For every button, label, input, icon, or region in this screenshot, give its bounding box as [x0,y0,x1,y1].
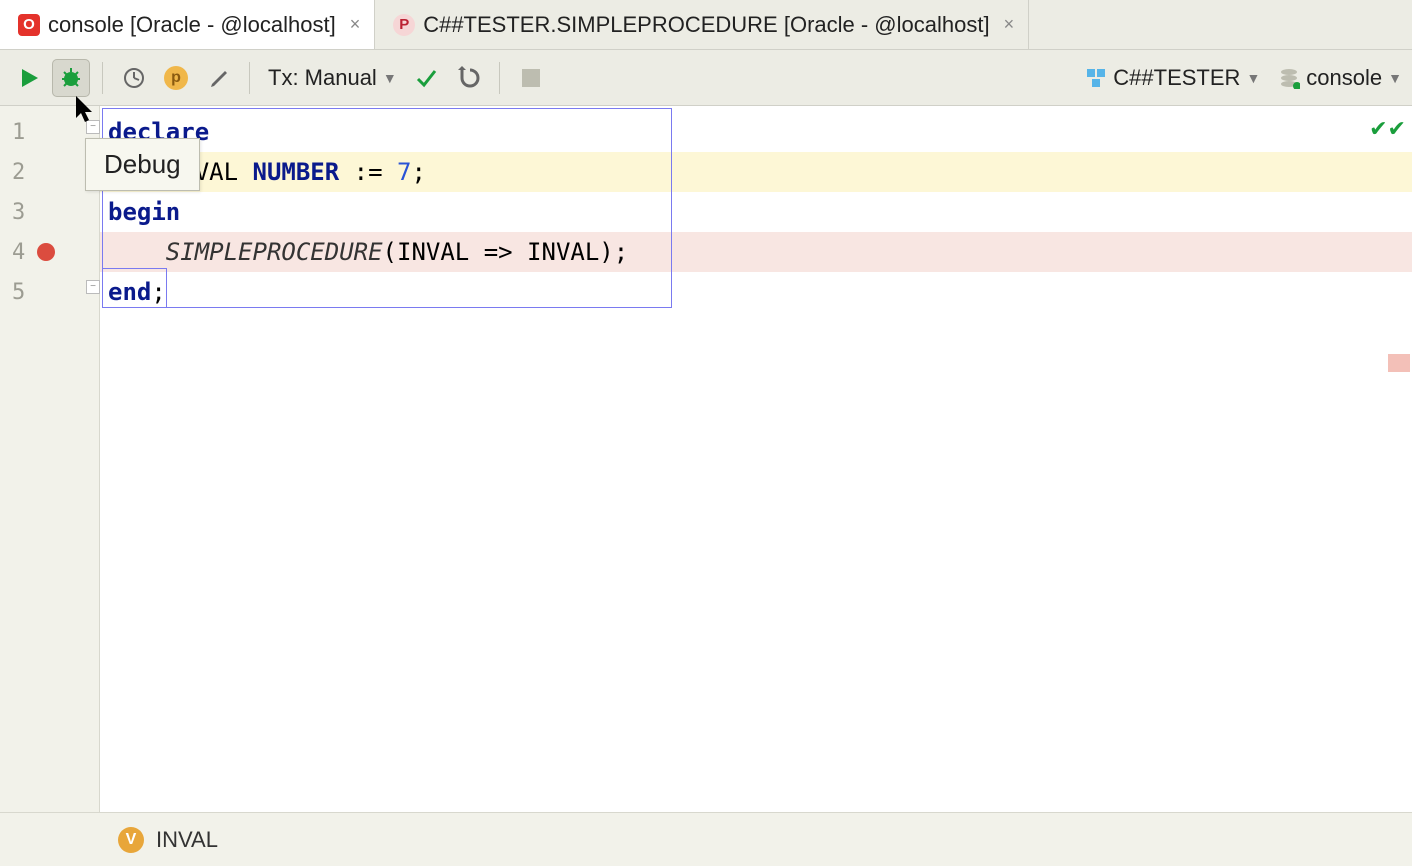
variable-badge: V [118,827,144,853]
run-button[interactable] [10,59,48,97]
history-button[interactable] [115,59,153,97]
tooltip: Debug [85,138,200,191]
gutter[interactable]: 12345 − − [0,106,100,812]
datasource-icon [1278,67,1300,89]
tab-console[interactable]: O console [Oracle - @localhost] × [0,0,375,49]
toolbar: p Tx: Manual ▼ C##TESTER ▼ console ▼ [0,50,1412,106]
code-line[interactable]: declare [100,112,1412,152]
console-dropdown[interactable]: console ▼ [1278,65,1402,91]
breakpoint-icon[interactable] [37,243,55,261]
schema-label: C##TESTER [1113,65,1240,91]
commit-button[interactable] [407,59,445,97]
schema-icon [1085,67,1107,89]
tab-bar: O console [Oracle - @localhost] × P C##T… [0,0,1412,50]
line-number[interactable]: 5 [0,272,99,312]
tab-procedure[interactable]: P C##TESTER.SIMPLEPROCEDURE [Oracle - @l… [375,0,1029,49]
fold-handle[interactable]: − [86,280,100,294]
chevron-down-icon: ▼ [1246,70,1260,86]
close-icon[interactable]: × [1004,14,1015,35]
code-line[interactable]: SIMPLEPROCEDURE(INVAL => INVAL); [100,232,1412,272]
tab-label: C##TESTER.SIMPLEPROCEDURE [Oracle - @loc… [423,12,989,38]
fold-handle[interactable]: − [86,120,100,134]
console-label: console [1306,65,1382,91]
code-line[interactable]: end; [100,272,1412,312]
explain-plan-button[interactable]: p [157,59,195,97]
code-line[interactable]: begin [100,192,1412,232]
stop-button[interactable] [512,59,550,97]
close-icon[interactable]: × [350,14,361,35]
settings-button[interactable] [199,59,237,97]
tab-label: console [Oracle - @localhost] [48,12,336,38]
schema-dropdown[interactable]: C##TESTER ▼ [1085,65,1260,91]
tooltip-text: Debug [104,149,181,179]
code-area[interactable]: declare INVAL NUMBER := 7;begin SIMPLEPR… [100,106,1412,812]
rollback-button[interactable] [449,59,487,97]
divider [249,62,250,94]
tx-mode-dropdown[interactable]: Tx: Manual ▼ [262,65,403,91]
divider [499,62,500,94]
inspection-ok-icon[interactable]: ✔✔ [1369,116,1406,142]
tx-label: Tx: Manual [268,65,377,91]
code-line[interactable]: INVAL NUMBER := 7; [100,152,1412,192]
debug-button[interactable] [52,59,90,97]
procedure-icon: P [393,14,415,36]
oracle-icon: O [18,14,40,36]
line-number[interactable]: 4 [0,232,99,272]
status-bar: V INVAL [0,812,1412,866]
divider [102,62,103,94]
error-stripe[interactable] [1388,354,1410,372]
p-icon: p [164,66,188,90]
chevron-down-icon: ▼ [383,70,397,86]
line-number[interactable]: 3 [0,192,99,232]
chevron-down-icon: ▼ [1388,70,1402,86]
variable-name[interactable]: INVAL [156,827,218,853]
editor: 12345 − − declare INVAL NUMBER := 7;begi… [0,106,1412,812]
